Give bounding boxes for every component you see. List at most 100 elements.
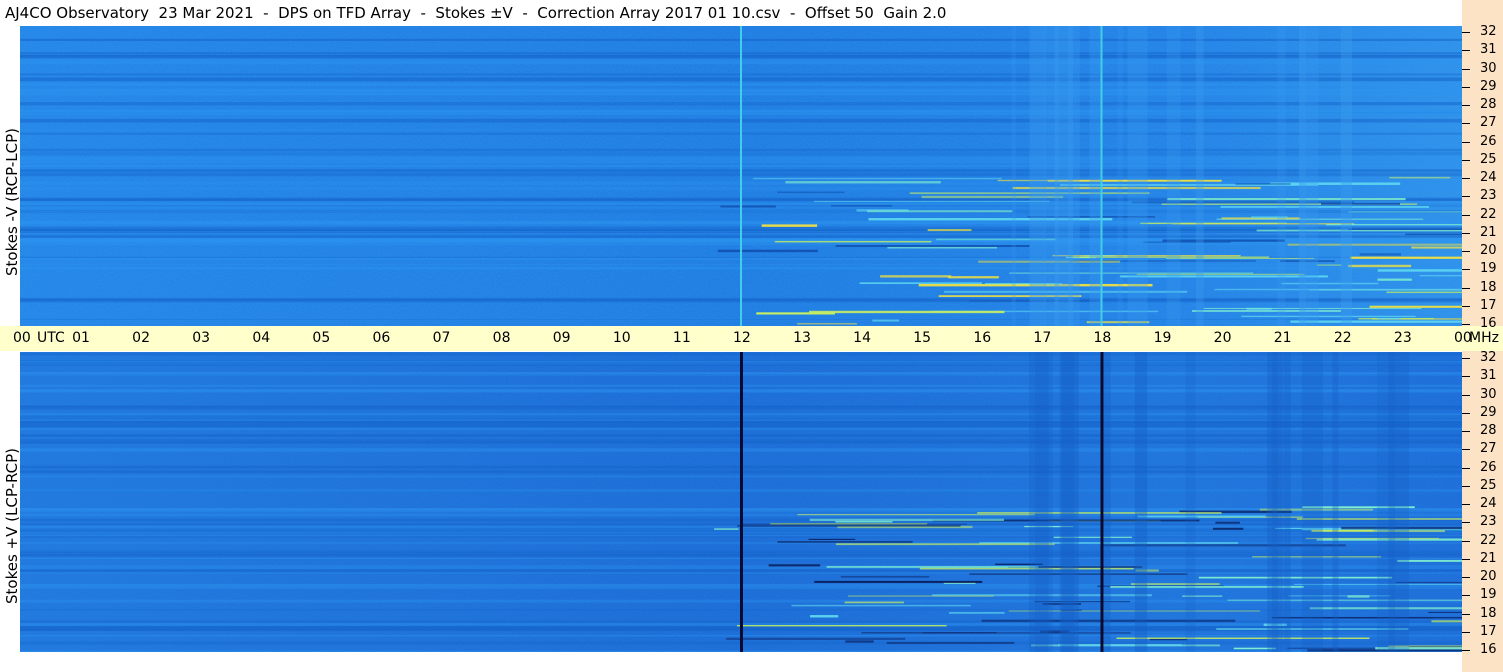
frequency-tick-label: 31	[1480, 368, 1497, 384]
rfi-streak	[840, 575, 930, 578]
rfi-streak	[886, 641, 1015, 644]
vertical-structure	[1283, 352, 1291, 652]
frequency-tick-label: 25	[1480, 151, 1497, 167]
rfi-streak	[768, 564, 821, 567]
rfi-streak	[1140, 222, 1287, 225]
frequency-tick-label: 22	[1480, 206, 1497, 222]
rfi-streak	[1271, 616, 1462, 619]
frequency-tick-label: 26	[1480, 133, 1497, 149]
vertical-structure	[1011, 26, 1016, 326]
rfi-streak	[847, 595, 994, 597]
rfi-streak	[844, 601, 905, 604]
frequency-tick-mark	[1462, 251, 1470, 252]
frequency-tick-label: 23	[1480, 514, 1497, 530]
frequency-tick-label: 32	[1480, 350, 1497, 365]
rfi-streak	[1162, 239, 1285, 242]
frequency-tick-label: 24	[1480, 496, 1497, 511]
frequency-tick-mark	[1462, 504, 1470, 505]
frequency-tick-mark	[1462, 558, 1470, 560]
frequency-tick-mark	[1462, 485, 1470, 487]
frequency-tick-mark	[1462, 522, 1470, 524]
vertical-structure	[1195, 26, 1204, 326]
frequency-tick-label: 16	[1480, 316, 1497, 331]
rfi-streak	[1347, 595, 1370, 598]
frequency-tick-label: 19	[1480, 261, 1497, 277]
vertical-structure	[1029, 352, 1049, 652]
frequency-tick-label: 20	[1480, 569, 1497, 584]
frequency-tick-mark	[1462, 305, 1470, 307]
rfi-streak	[761, 224, 818, 227]
rfi-streak	[1411, 246, 1462, 249]
rfi-streak	[1386, 291, 1462, 294]
frequency-tick-mark	[1462, 449, 1470, 451]
rfi-streak	[1389, 176, 1451, 179]
time-marker-line	[1100, 352, 1104, 652]
frequency-tick-mark	[1462, 141, 1470, 143]
rfi-streak	[1119, 275, 1328, 278]
top-heat-layer	[20, 26, 1462, 326]
frequency-tick-mark	[1462, 105, 1470, 106]
frequency-tick-label: 24	[1480, 170, 1497, 185]
rfi-streak	[797, 322, 857, 325]
rfi-streak	[814, 580, 983, 583]
frequency-tick-mark	[1462, 540, 1470, 542]
frequency-tick-mark	[1462, 376, 1470, 378]
top-spectrogram	[20, 26, 1462, 326]
rfi-streak	[835, 245, 1030, 247]
rfi-streak	[845, 640, 874, 643]
frequency-tick-mark	[1462, 178, 1470, 179]
frequency-tick-mark	[1462, 269, 1470, 271]
rfi-streak	[826, 566, 1039, 568]
rfi-streak	[948, 276, 999, 279]
rfi-streak	[1316, 264, 1342, 266]
rfi-streak	[808, 538, 856, 540]
rfi-streak	[1131, 201, 1355, 204]
rfi-streak	[810, 615, 839, 618]
frequency-tick-label: 17	[1480, 297, 1497, 313]
time-tick-label: 17	[1033, 330, 1052, 346]
rfi-streak	[927, 229, 972, 232]
time-tick-label: 01	[72, 330, 90, 346]
rfi-streak	[1212, 527, 1244, 530]
vertical-structure	[1185, 352, 1196, 652]
rfi-streak	[872, 319, 900, 322]
rfi-streak	[1281, 282, 1379, 285]
rfi-streak	[1305, 537, 1439, 540]
time-tick-label: 16	[973, 330, 992, 346]
time-tick-label: 13	[793, 330, 811, 346]
vertical-structure	[1062, 352, 1075, 652]
vertical-structure	[1029, 26, 1046, 326]
rfi-streak	[777, 541, 913, 543]
frequency-tick-mark	[1462, 232, 1470, 234]
rfi-streak	[809, 310, 1005, 314]
rfi-streak	[1431, 620, 1462, 623]
time-marker-line	[740, 26, 742, 326]
frequency-tick-label: 23	[1480, 188, 1497, 204]
vertical-structure	[1117, 26, 1123, 326]
rfi-streak	[1428, 611, 1462, 613]
rfi-streak	[835, 543, 1055, 546]
frequency-tick-label: 18	[1480, 279, 1497, 295]
frequency-tick-label: 22	[1480, 532, 1497, 548]
rfi-streak	[714, 528, 739, 530]
frequency-tick-label: 19	[1480, 587, 1497, 603]
rfi-streak	[1241, 315, 1416, 318]
vertical-structure	[1134, 352, 1148, 652]
frequency-tick-mark	[1462, 650, 1470, 651]
rfi-streak	[1137, 515, 1266, 518]
time-tick-label: 09	[552, 330, 571, 346]
frequency-tick-mark	[1462, 287, 1470, 289]
frequency-tick-label: 26	[1480, 459, 1497, 475]
time-tick-label: 21	[1273, 330, 1292, 346]
vertical-structure	[1067, 26, 1080, 326]
vertical-structure	[1271, 352, 1278, 652]
rfi-streak	[1347, 228, 1462, 230]
rfi-streak	[717, 249, 818, 253]
frequency-tick-label: 18	[1480, 605, 1497, 621]
frequency-tick-label: 16	[1480, 642, 1497, 657]
rfi-streak	[948, 611, 1005, 614]
time-tick-label: 07	[432, 330, 451, 346]
bottom-panel-ylabel: Stokes +V (LCP-RCP)	[3, 448, 21, 604]
rfi-streak	[1116, 637, 1370, 639]
vertical-structure	[1089, 26, 1102, 326]
